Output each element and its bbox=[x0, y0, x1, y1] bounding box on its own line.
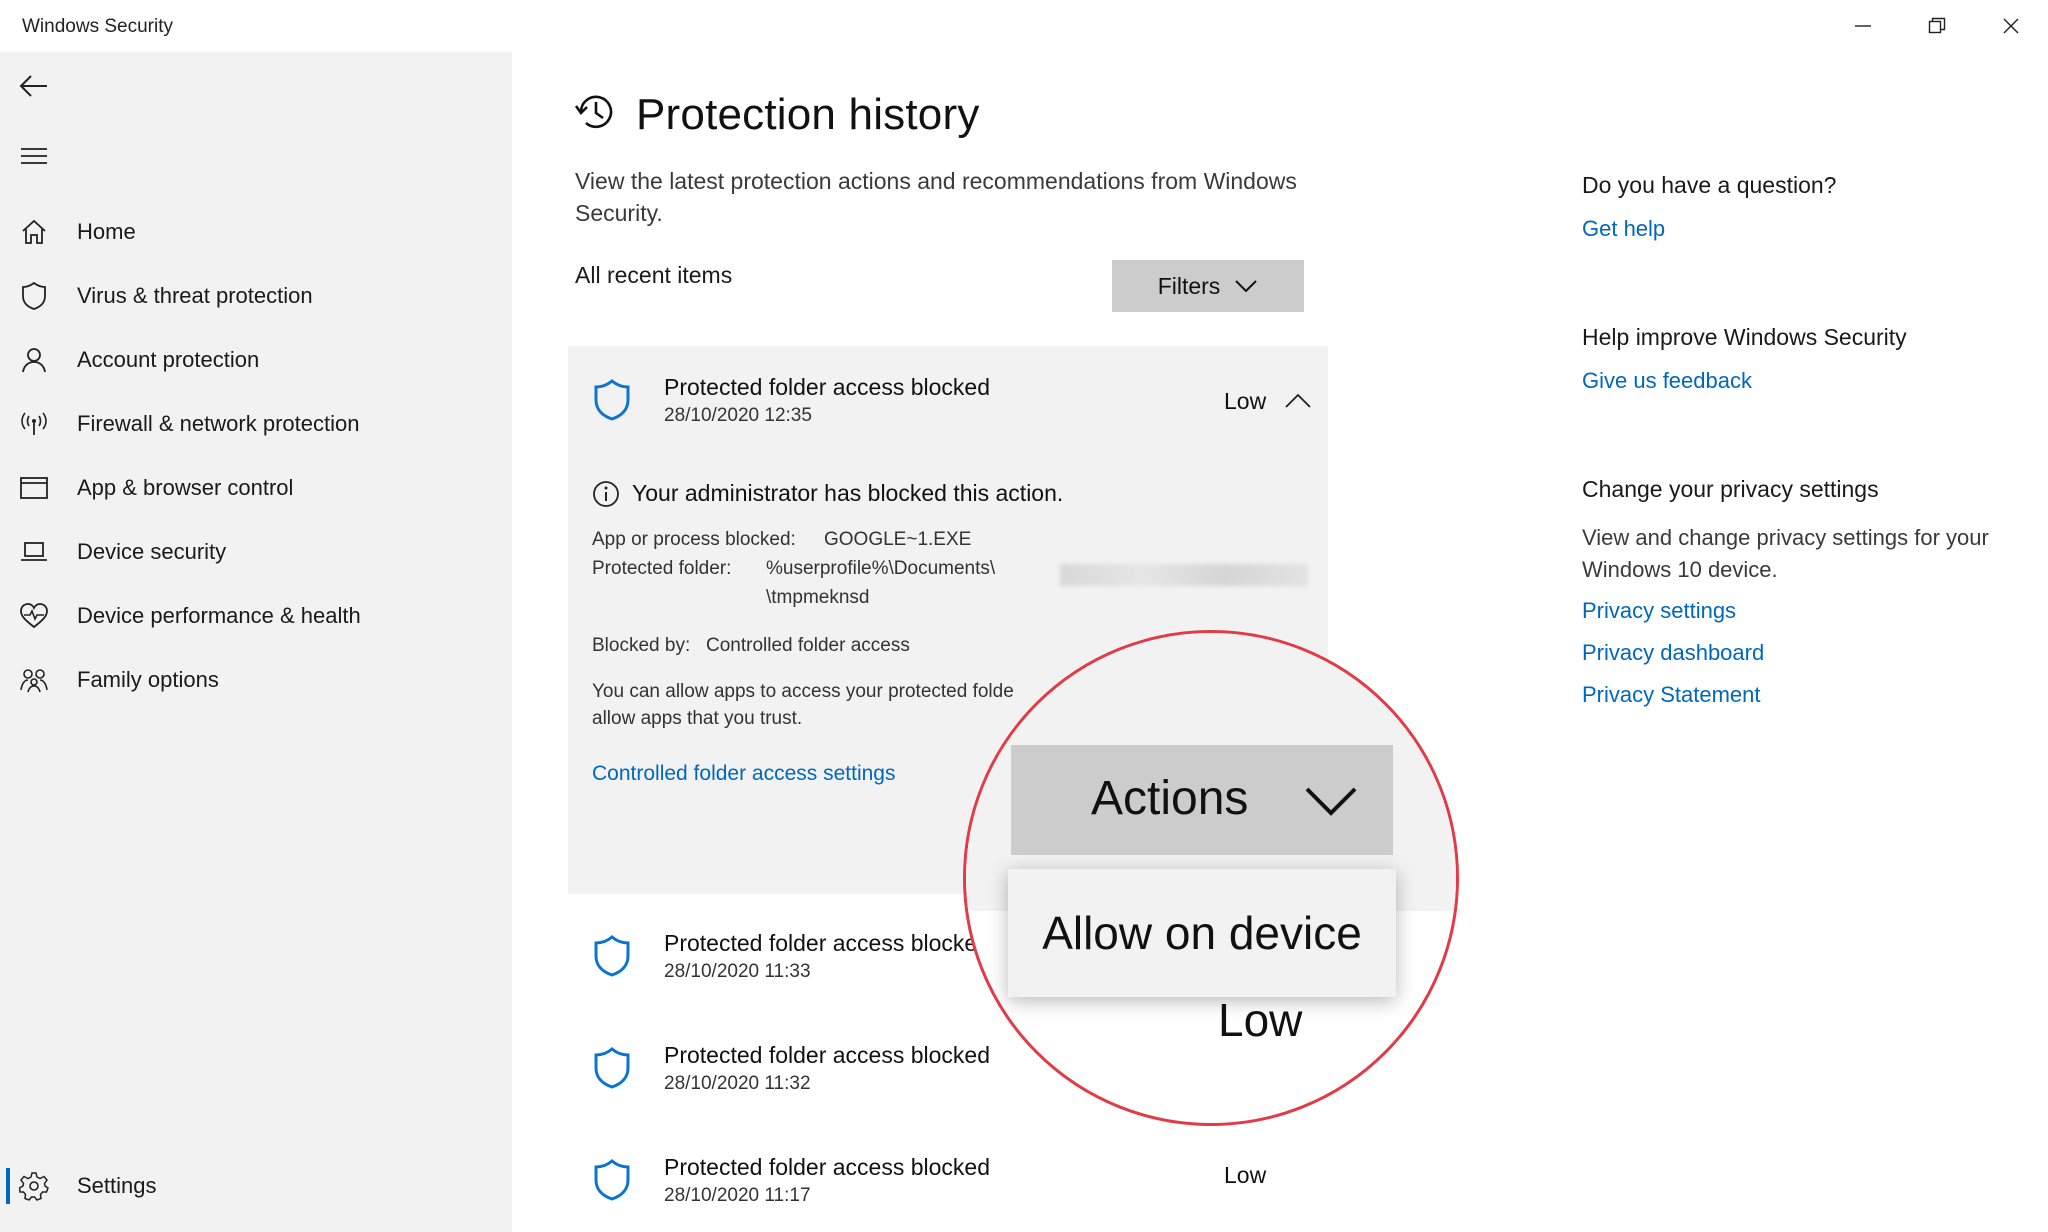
shield-icon bbox=[594, 1047, 630, 1089]
improve-heading: Help improve Windows Security bbox=[1582, 324, 1907, 350]
protected-folder-value: %userprofile%\Documents\ bbox=[766, 558, 996, 579]
actions-menu: Allow on device bbox=[1008, 869, 1396, 997]
item-date: 28/10/2020 11:32 bbox=[664, 1073, 811, 1094]
privacy-dashboard-link[interactable]: Privacy dashboard bbox=[1582, 640, 1764, 666]
sidebar-item-label: Firewall & network protection bbox=[77, 411, 360, 436]
app-title: Windows Security bbox=[22, 16, 173, 37]
browser-window-icon bbox=[18, 472, 50, 504]
privacy-statement-link[interactable]: Privacy Statement bbox=[1582, 682, 1761, 708]
sidebar-item-label: App & browser control bbox=[77, 475, 294, 500]
person-icon bbox=[18, 344, 50, 376]
sidebar-item-device-security[interactable]: Device security bbox=[0, 524, 512, 580]
item-date: 28/10/2020 12:35 bbox=[664, 405, 812, 426]
protected-folder-value-continued: \tmpmeknsd bbox=[766, 587, 870, 608]
sidebar-item-virus-threat-protection[interactable]: Virus & threat protection bbox=[0, 268, 512, 324]
sidebar-item-label: Device security bbox=[77, 539, 227, 564]
close-icon bbox=[2003, 18, 2019, 34]
sidebar-item-label: Family options bbox=[77, 667, 219, 692]
severity-label: Low bbox=[1224, 388, 1267, 414]
minimize-icon bbox=[1855, 25, 1871, 27]
allow-apps-text: You can allow apps to access your protec… bbox=[592, 681, 1014, 702]
sidebar-item-family-options[interactable]: Family options bbox=[0, 652, 512, 708]
page-description: View the latest protection actions and r… bbox=[575, 168, 1297, 226]
title-bar: Windows Security bbox=[0, 0, 2048, 52]
sidebar-item-firewall-network-protection[interactable]: Firewall & network protection bbox=[0, 396, 512, 452]
back-arrow-icon bbox=[19, 75, 47, 97]
sidebar-item-label: Virus & threat protection bbox=[77, 283, 313, 308]
sidebar-item-home[interactable]: Home bbox=[0, 204, 512, 260]
sidebar-item-app-browser-control[interactable]: App & browser control bbox=[0, 460, 512, 516]
heart-pulse-icon bbox=[18, 600, 50, 632]
get-help-link[interactable]: Get help bbox=[1582, 216, 1665, 242]
restore-button[interactable] bbox=[1902, 6, 1972, 46]
privacy-settings-link[interactable]: Privacy settings bbox=[1582, 598, 1736, 624]
sidebar-item-label: Settings bbox=[77, 1173, 157, 1198]
family-icon bbox=[18, 664, 50, 696]
app-blocked-label: App or process blocked: bbox=[592, 529, 796, 550]
back-button[interactable] bbox=[14, 66, 54, 106]
actions-dropdown-button[interactable]: Actions bbox=[1011, 745, 1393, 855]
history-clock-icon bbox=[574, 95, 613, 129]
close-button[interactable] bbox=[1976, 6, 2046, 46]
minimize-button[interactable] bbox=[1828, 6, 1898, 46]
severity-label: Low bbox=[1224, 1162, 1267, 1188]
admin-notice: Your administrator has blocked this acti… bbox=[632, 480, 1064, 506]
shield-icon bbox=[594, 1159, 630, 1201]
protected-folder-label: Protected folder: bbox=[592, 558, 732, 579]
hamburger-menu-button[interactable] bbox=[14, 136, 54, 176]
item-title: Protected folder access blocked bbox=[664, 1042, 991, 1068]
controlled-folder-access-settings-link[interactable]: Controlled folder access settings bbox=[592, 762, 896, 786]
item-date: 28/10/2020 11:17 bbox=[664, 1185, 811, 1206]
item-date: 28/10/2020 11:33 bbox=[664, 961, 811, 982]
shield-icon bbox=[18, 280, 50, 312]
question-heading: Do you have a question? bbox=[1582, 172, 1837, 198]
history-item[interactable]: Protected folder access blocked 28/10/20… bbox=[568, 1140, 1328, 1232]
chevron-down-icon bbox=[1305, 787, 1357, 816]
gear-icon bbox=[18, 1170, 50, 1202]
chevron-up-icon[interactable] bbox=[1284, 392, 1312, 410]
shield-icon bbox=[594, 935, 630, 977]
privacy-heading: Change your privacy settings bbox=[1582, 476, 1879, 502]
item-title: Protected folder access blocked bbox=[664, 374, 991, 400]
magnifier-callout: Actions Allow on device Low bbox=[963, 630, 1459, 1126]
give-feedback-link[interactable]: Give us feedback bbox=[1582, 368, 1752, 394]
sidebar-item-device-performance-health[interactable]: Device performance & health bbox=[0, 588, 512, 644]
recent-items-label: All recent items bbox=[575, 262, 733, 288]
magnified-severity-label: Low bbox=[1218, 994, 1303, 1046]
actions-label: Actions bbox=[1091, 772, 1249, 825]
home-icon bbox=[18, 216, 50, 248]
wireless-icon bbox=[18, 408, 50, 440]
item-title: Protected folder access blocke bbox=[664, 930, 978, 956]
redacted-path bbox=[1060, 564, 1308, 586]
allow-on-device-menu-item[interactable]: Allow on device bbox=[1042, 906, 1362, 960]
hamburger-icon bbox=[21, 148, 47, 164]
allow-apps-text-continued: allow apps that you trust. bbox=[592, 708, 803, 729]
app-blocked-value: GOOGLE~1.EXE bbox=[824, 529, 972, 550]
blocked-by-value: Controlled folder access bbox=[706, 635, 910, 656]
privacy-description: View and change privacy settings for you… bbox=[1582, 525, 1989, 582]
sidebar-item-label: Device performance & health bbox=[77, 603, 361, 628]
sidebar-item-label: Account protection bbox=[77, 347, 260, 372]
chevron-down-icon bbox=[1235, 280, 1258, 293]
filters-button[interactable]: Filters bbox=[1112, 260, 1304, 312]
info-icon bbox=[593, 481, 619, 507]
sidebar: Home Virus & threat protection Account p… bbox=[0, 52, 512, 1232]
filters-label: Filters bbox=[1157, 272, 1221, 299]
sidebar-item-settings[interactable]: Settings bbox=[0, 1158, 512, 1214]
laptop-icon bbox=[18, 536, 50, 568]
item-title: Protected folder access blocked bbox=[664, 1154, 991, 1180]
sidebar-item-account-protection[interactable]: Account protection bbox=[0, 332, 512, 388]
blocked-by-label: Blocked by: bbox=[592, 635, 691, 656]
page-title: Protection history bbox=[636, 90, 980, 139]
restore-icon bbox=[1928, 17, 1946, 34]
sidebar-item-label: Home bbox=[77, 219, 136, 244]
shield-icon bbox=[594, 379, 630, 421]
